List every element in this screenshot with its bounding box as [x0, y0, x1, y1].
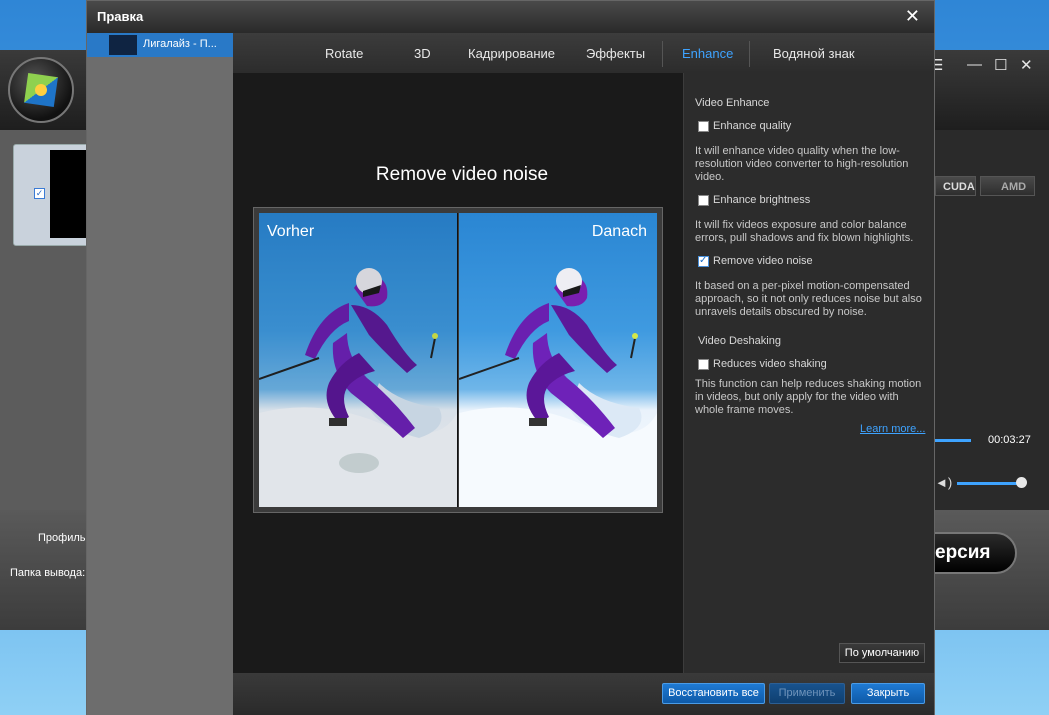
tab-3d[interactable]: 3D: [414, 46, 431, 61]
enhance-quality-description: It will enhance video quality when the l…: [695, 145, 909, 183]
close-button[interactable]: Закрыть: [851, 683, 925, 704]
output-folder-label: Папка вывода:: [10, 567, 86, 579]
before-label: Vorher: [267, 223, 315, 240]
enhance-quality-checkbox[interactable]: [698, 121, 709, 132]
after-label: Danach: [591, 223, 647, 240]
remove-noise-checkbox[interactable]: [698, 255, 709, 267]
volume-icon[interactable]: ◄): [935, 475, 952, 490]
learn-more-link[interactable]: Learn more...: [860, 423, 925, 435]
reduce-shaking-label[interactable]: Reduces video shaking: [713, 358, 827, 371]
tab-enhance[interactable]: Enhance: [682, 46, 733, 61]
cuda-button[interactable]: CUDA: [935, 176, 976, 196]
close-icon[interactable]: ✕: [905, 6, 920, 27]
enhance-brightness-description: It will fix videos exposure and color ba…: [695, 219, 914, 244]
amd-button[interactable]: AMD: [980, 176, 1035, 196]
before-preview-image: Vorher: [259, 213, 457, 507]
default-button[interactable]: По умолчанию: [839, 643, 925, 663]
skier-image-after: [459, 268, 657, 507]
before-after-comparison: Vorher Danach: [253, 207, 663, 513]
edit-dialog: Правка ✕ Лигалайз - П... Rotate 3D Кадри…: [86, 0, 935, 715]
minimize-icon[interactable]: —: [967, 56, 982, 73]
skier-image-before: [259, 213, 457, 507]
volume-slider[interactable]: [957, 482, 1021, 485]
file-name: Лигалайз - П...: [143, 38, 217, 50]
app-logo-icon: [8, 57, 74, 123]
enhance-brightness-checkbox[interactable]: [698, 195, 709, 206]
preview-area: Remove video noise Vorher Danach: [233, 73, 683, 673]
file-list-sidebar: Лигалайз - П...: [87, 33, 233, 715]
video-deshaking-heading: Video Deshaking: [698, 335, 781, 347]
comparison-divider[interactable]: [457, 213, 458, 507]
remove-noise-description: It based on a per-pixel motion-compensat…: [695, 280, 922, 318]
tab-effects[interactable]: Эффекты: [586, 46, 645, 61]
close-icon[interactable]: ✕: [1020, 56, 1033, 74]
volume-slider-knob[interactable]: [1016, 477, 1027, 488]
background-file-thumbnail[interactable]: ✓: [13, 144, 91, 246]
file-thumbnail: [109, 35, 137, 55]
video-enhance-heading: Video Enhance: [695, 97, 770, 109]
enhance-quality-label[interactable]: Enhance quality: [713, 120, 791, 133]
preview-title: Remove video noise: [375, 164, 549, 185]
duration-label: 00:03:27: [988, 434, 1031, 446]
after-preview-image: Danach: [459, 213, 657, 507]
file-list-item[interactable]: Лигалайз - П...: [87, 33, 233, 57]
maximize-icon[interactable]: ☐: [994, 56, 1007, 74]
enhance-settings-panel: Video Enhance Enhance quality It will en…: [683, 73, 934, 673]
background-preview-panel: CUDA AMD: [935, 130, 1049, 510]
edit-tabbar: Rotate 3D Кадрирование Эффекты Enhance В…: [233, 33, 934, 73]
playback-progress-bar[interactable]: [935, 439, 971, 442]
tab-rotate[interactable]: Rotate: [325, 46, 363, 61]
restore-all-button[interactable]: Восстановить все: [662, 683, 765, 704]
dialog-titlebar: Правка ✕: [87, 1, 934, 33]
tab-watermark[interactable]: Водяной знак: [773, 46, 855, 61]
tab-crop[interactable]: Кадрирование: [468, 46, 555, 61]
tab-separator: [662, 41, 663, 67]
tab-separator: [749, 41, 750, 67]
remove-noise-label[interactable]: Remove video noise: [713, 255, 813, 268]
reduce-shaking-description: This function can help reduces shaking m…: [695, 378, 922, 416]
apply-button[interactable]: Применить: [769, 683, 845, 704]
enhance-brightness-label[interactable]: Enhance brightness: [713, 194, 810, 207]
dialog-footer: Восстановить все Применить Закрыть: [233, 673, 934, 715]
profile-label: Профиль:: [38, 532, 89, 544]
file-checkbox[interactable]: ✓: [34, 188, 45, 199]
dialog-title: Правка: [97, 9, 144, 24]
reduce-shaking-checkbox[interactable]: [698, 359, 709, 370]
